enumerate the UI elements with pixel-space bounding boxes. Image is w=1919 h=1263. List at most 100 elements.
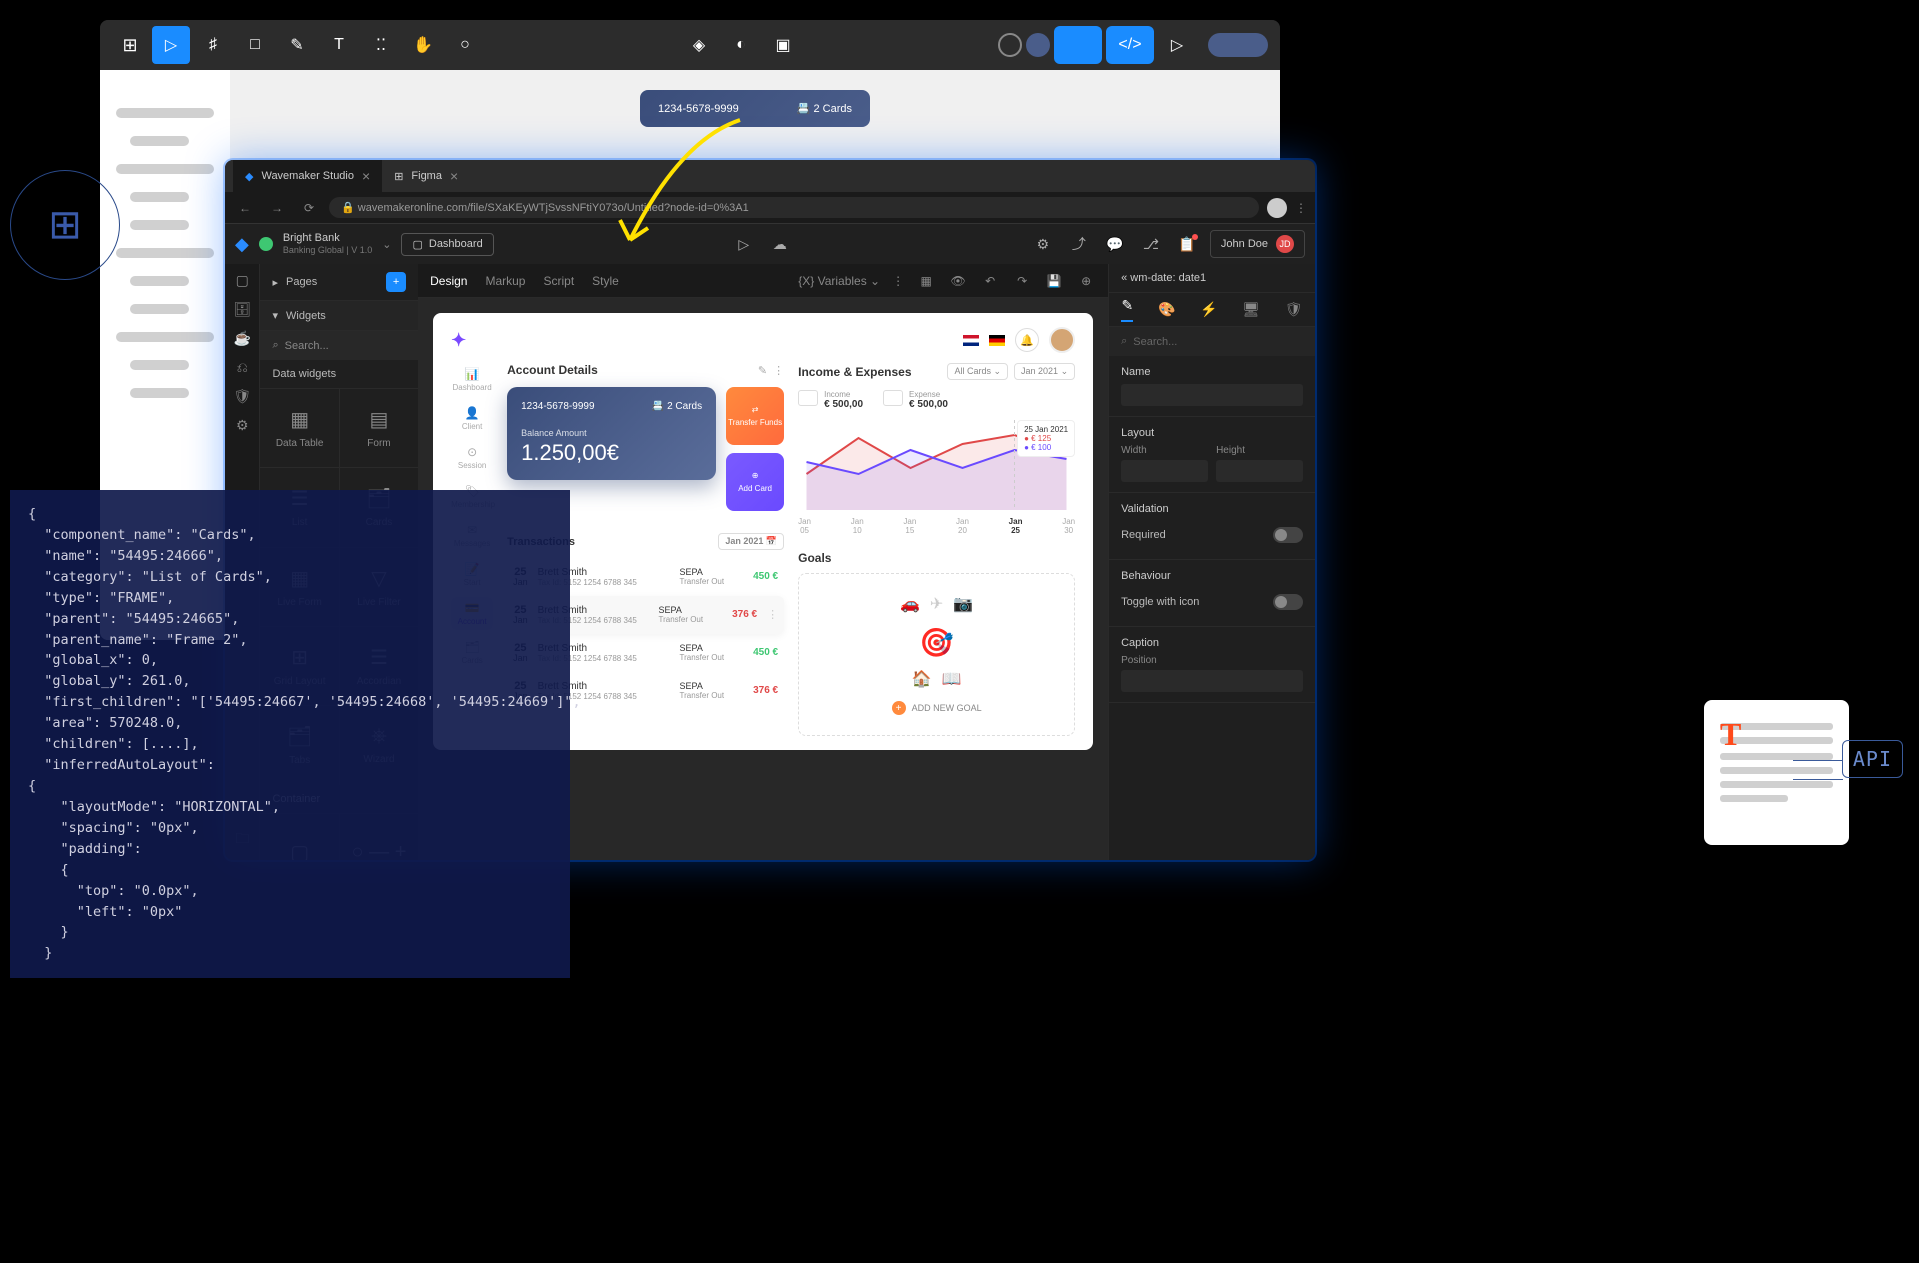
boolean-icon[interactable]: ▣ xyxy=(764,26,802,64)
layer-item[interactable] xyxy=(116,248,214,258)
pen-tool[interactable]: ✎ xyxy=(278,26,316,64)
breadcrumb[interactable]: « wm-date: date1 xyxy=(1109,264,1315,293)
name-input[interactable] xyxy=(1121,384,1303,406)
tab-markup[interactable]: Markup xyxy=(485,274,525,288)
back-icon[interactable]: ← xyxy=(233,201,257,215)
chat-icon[interactable]: 💬 xyxy=(1102,236,1128,253)
add-goal-button[interactable]: + ADD NEW GOAL xyxy=(819,701,1054,715)
icon-toggle[interactable] xyxy=(1273,594,1303,610)
chevron-down-icon[interactable]: ⌄ xyxy=(382,238,391,251)
tab-wavemaker[interactable]: ◆ Wavemaker Studio × xyxy=(233,160,382,192)
move-tool[interactable]: ▷ xyxy=(152,26,190,64)
zoom-pill[interactable] xyxy=(1208,33,1268,57)
user-avatar[interactable] xyxy=(1049,327,1075,353)
share-button[interactable] xyxy=(1054,26,1102,64)
layer-item[interactable] xyxy=(116,332,214,342)
rail-dashboard[interactable]: 📊Dashboard xyxy=(451,363,493,396)
transfer-funds-button[interactable]: ⇄ Transfer Funds xyxy=(726,387,784,445)
zoom-icon[interactable]: ⊕ xyxy=(1076,274,1096,288)
wavemaker-logo-icon[interactable]: ◆ xyxy=(235,234,249,255)
flag-de-icon[interactable] xyxy=(989,335,1005,346)
components-icon[interactable]: ◈ xyxy=(680,26,718,64)
layer-item[interactable] xyxy=(116,164,214,174)
layer-item[interactable] xyxy=(130,276,189,286)
account-card[interactable]: 1234-5678-9999 📇 2 Cards Balance Amount … xyxy=(507,387,716,480)
tab-script[interactable]: Script xyxy=(543,274,574,288)
figma-logo-icon[interactable]: ⊞ xyxy=(112,27,148,63)
events-tab-icon[interactable]: ⚡ xyxy=(1200,301,1217,318)
avatar-2[interactable] xyxy=(1026,33,1050,57)
device-tab-icon[interactable]: 🖥 xyxy=(1242,301,1260,318)
properties-search[interactable]: ⌕ Search... xyxy=(1109,327,1315,356)
user-menu[interactable]: John Doe JD xyxy=(1210,230,1305,258)
style-tab-icon[interactable]: 🎨 xyxy=(1158,301,1175,318)
avatar-1[interactable] xyxy=(998,33,1022,57)
data-widgets-row[interactable]: Data widgets xyxy=(260,360,418,389)
text-tool[interactable]: T xyxy=(320,26,358,64)
variables-button[interactable]: {X} Variables ⌄ xyxy=(798,274,880,288)
play-icon[interactable]: ▷ xyxy=(731,236,757,253)
month-filter[interactable]: Jan 2021 📅 xyxy=(718,533,784,550)
layer-item[interactable] xyxy=(116,108,214,118)
layer-item[interactable] xyxy=(130,360,189,370)
close-icon[interactable]: × xyxy=(450,168,458,184)
dashboard-button[interactable]: ▢ Dashboard xyxy=(401,233,493,256)
edit-icon[interactable]: ✎ xyxy=(758,364,767,377)
tab-style[interactable]: Style xyxy=(592,274,619,288)
flow-rail-icon[interactable]: ⎌ xyxy=(237,359,248,376)
bell-icon[interactable]: 🔔 xyxy=(1015,328,1039,352)
chevron-down-icon[interactable]: ⋮ xyxy=(892,274,904,288)
tab-design[interactable]: Design xyxy=(430,274,467,288)
project-title[interactable]: Bright Bank Banking Global | V 1.0 xyxy=(283,232,372,256)
deploy-icon[interactable]: ⤴ xyxy=(1066,234,1092,254)
widget-data-table[interactable]: ▦Data Table xyxy=(260,389,338,467)
cards-filter[interactable]: All Cards ⌄ xyxy=(947,363,1008,380)
required-toggle[interactable] xyxy=(1273,527,1303,543)
rail-session[interactable]: ⊙Session xyxy=(451,441,493,474)
ellipse-tool[interactable]: ○ xyxy=(446,26,484,64)
widgets-row[interactable]: ▾ Widgets xyxy=(260,301,418,331)
layer-item[interactable] xyxy=(130,304,189,314)
url-bar[interactable]: 🔒 wavemakeronline.com/file/SXaKEyWTjSvss… xyxy=(329,197,1259,218)
position-input[interactable] xyxy=(1121,670,1303,692)
rect-tool[interactable]: □ xyxy=(236,26,274,64)
visibility-icon[interactable]: 👁 xyxy=(948,274,968,288)
save-icon[interactable]: 💾 xyxy=(1044,274,1064,288)
layer-item[interactable] xyxy=(130,192,189,202)
dev-mode-toggle[interactable]: </> xyxy=(1106,26,1154,64)
layer-item[interactable] xyxy=(130,220,189,230)
layer-item[interactable] xyxy=(130,388,189,398)
reload-icon[interactable]: ⟳ xyxy=(297,201,321,215)
widget-form[interactable]: ▤Form xyxy=(340,389,418,467)
profile-avatar[interactable] xyxy=(1267,198,1287,218)
frame-tool[interactable]: ♯ xyxy=(194,26,232,64)
layer-item[interactable] xyxy=(130,136,189,146)
branch-icon[interactable]: ⎇ xyxy=(1138,236,1164,253)
cloud-upload-icon[interactable]: ☁ xyxy=(767,236,793,253)
properties-tab-icon[interactable]: ✎ xyxy=(1121,297,1133,322)
play-icon[interactable]: ▷ xyxy=(1158,26,1196,64)
security-rail-icon[interactable]: 🛡 xyxy=(233,388,251,405)
add-card-button[interactable]: ⊕ Add Card xyxy=(726,453,784,511)
settings-icon[interactable]: ⚙ xyxy=(1030,236,1056,253)
pages-rail-icon[interactable]: ▢ xyxy=(236,272,249,289)
settings-rail-icon[interactable]: ⚙ xyxy=(236,417,249,434)
rail-client[interactable]: 👤Client xyxy=(451,402,493,435)
db-rail-icon[interactable]: 🗄 xyxy=(233,301,251,318)
height-input[interactable] xyxy=(1216,460,1303,482)
width-input[interactable] xyxy=(1121,460,1208,482)
forward-icon[interactable]: → xyxy=(265,201,289,215)
notification-icon[interactable]: 📋 xyxy=(1174,236,1200,253)
mask-icon[interactable]: ◐ xyxy=(722,26,760,64)
more-icon[interactable]: ⋮ xyxy=(773,364,784,377)
undo-icon[interactable]: ↶ xyxy=(980,274,1000,288)
month-filter[interactable]: Jan 2021 ⌄ xyxy=(1014,363,1075,380)
tab-figma[interactable]: ⊞ Figma × xyxy=(382,160,470,192)
redo-icon[interactable]: ↷ xyxy=(1012,274,1032,288)
flag-uk-icon[interactable] xyxy=(963,335,979,346)
widget-search[interactable]: ⌕ Search... xyxy=(260,331,418,360)
hand-tool[interactable]: ✋ xyxy=(404,26,442,64)
browser-menu-icon[interactable]: ⋮ xyxy=(1295,201,1307,215)
add-page-button[interactable]: + xyxy=(386,272,406,292)
close-icon[interactable]: × xyxy=(362,168,370,184)
